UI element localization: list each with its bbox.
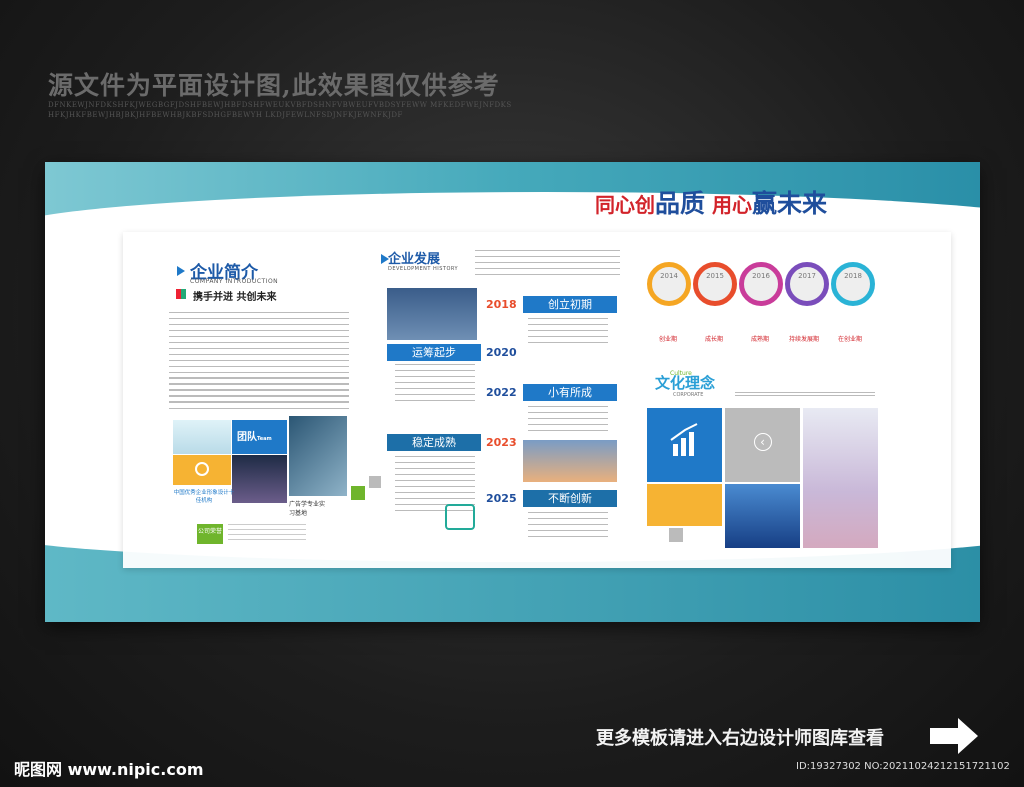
growth-figure-icon xyxy=(445,504,475,530)
culture-en-2: CORPORATE xyxy=(673,392,704,398)
milestone-label-4: 稳定成熟 xyxy=(387,434,481,451)
milestone-label-5: 不断创新 xyxy=(523,490,617,507)
slogan-part-4: 赢未来 xyxy=(751,189,827,218)
timeline-circle-5: 2018 xyxy=(831,262,875,306)
bar-chart-icon xyxy=(670,423,698,456)
timeline-year-2: 2015 xyxy=(706,272,724,280)
milestone-label-1: 创立初期 xyxy=(523,296,617,313)
milestone-label-3: 小有所成 xyxy=(523,384,617,401)
chart-tile xyxy=(647,408,722,482)
timeline-circle-2: 2015 xyxy=(693,262,737,306)
timeline-year-4: 2017 xyxy=(798,272,816,280)
intro-subtitle: COMPANY INTRODUCTION xyxy=(190,278,279,285)
bridge-image xyxy=(523,440,617,482)
yellow-tile xyxy=(647,484,722,526)
timeline-stage-1: 创业期 xyxy=(658,336,677,343)
company-honor-badge: 公司荣誉 xyxy=(197,524,223,544)
milestone-year-5: 2025 xyxy=(486,492,517,505)
intro-triangle-icon xyxy=(177,266,185,276)
culture-title: 文化理念 xyxy=(655,374,716,392)
image-id: ID:19327302 NO:20211024212151721102 xyxy=(796,761,1010,772)
milestone-text-5 xyxy=(528,512,608,542)
slogan-part-3: 用心 xyxy=(705,193,752,217)
timeline-circle-3: 2016 xyxy=(739,262,783,306)
heart-tile xyxy=(173,455,231,485)
milestone-year-1: 2018 xyxy=(486,298,517,311)
timeline-year-1: 2014 xyxy=(660,272,678,280)
honor-list xyxy=(228,524,306,544)
milestone-text-3 xyxy=(528,406,608,432)
milestone-text-2 xyxy=(395,364,475,404)
tower-image xyxy=(803,408,878,548)
timeline-year-5: 2018 xyxy=(844,272,862,280)
dev-subtitle: DEVELOPMENT HISTORY xyxy=(388,266,459,272)
milestone-year-2: 2020 xyxy=(486,346,517,359)
site-logo: 昵图网 www.nipic.com xyxy=(14,760,204,779)
small-grey-square xyxy=(669,528,683,542)
green-square xyxy=(351,486,365,500)
team-tile: 团队Team xyxy=(232,420,287,454)
city-image-tile xyxy=(173,420,231,454)
timeline-stage-5: 在创业期 xyxy=(837,336,862,343)
watermark-title: 源文件为平面设计图,此效果图仅供参考 xyxy=(48,71,500,100)
slogan: 同心创品质 用心赢未来 xyxy=(595,184,827,220)
team-label: 团队 xyxy=(237,432,257,443)
timeline-circle-4: 2017 xyxy=(785,262,829,306)
skyline-image xyxy=(725,484,800,548)
honor-title: 中国优秀企业形象设计十佳机构 xyxy=(173,490,235,504)
dev-description xyxy=(475,250,620,276)
building-image-tile xyxy=(289,416,347,496)
color-squares-icon xyxy=(176,289,186,299)
milestone-text-1 xyxy=(528,318,608,344)
slogan-part-1: 同心创 xyxy=(595,193,655,217)
grey-square xyxy=(369,476,381,488)
culture-lines xyxy=(735,392,875,398)
display-board: 同心创品质 用心赢未来 企业简介 COMPANY INTRODUCTION 携手… xyxy=(45,162,980,622)
watermark-letters: DFNKEWJNFDKSHFKJWEGBGFJDSHFBEWJHBFDSHFWE… xyxy=(48,101,512,119)
timeline-circle-1: 2014 xyxy=(647,262,691,306)
dev-title: 企业发展 xyxy=(388,252,441,267)
heart-icon xyxy=(195,462,209,476)
milestone-year-4: 2023 xyxy=(486,436,517,449)
chevron-left-icon: ‹ xyxy=(753,433,772,451)
grey-tile: ‹ xyxy=(725,408,800,482)
team-en-label: Team xyxy=(257,436,272,442)
timeline-stage-2: 成长期 xyxy=(704,336,723,343)
timeline-stage-4: 持续发展期 xyxy=(788,336,819,343)
circle-timeline: 2014 2015 2016 2017 2018 xyxy=(647,262,877,306)
cta-text: 更多模板请进入右边设计师图库查看 xyxy=(596,728,884,749)
night-city-tile xyxy=(232,455,287,503)
ad-label: 广告学专业实习基地 xyxy=(289,501,326,517)
milestone-year-3: 2022 xyxy=(486,386,517,399)
milestone-label-2: 运筹起步 xyxy=(387,344,481,361)
timeline-year-3: 2016 xyxy=(752,272,770,280)
intro-paragraph-2 xyxy=(169,377,349,407)
slogan-part-2: 品质 xyxy=(655,189,706,218)
timeline-stage-3: 成熟期 xyxy=(750,336,769,343)
intro-tagline: 携手并进 共创未来 xyxy=(193,292,277,303)
lake-image xyxy=(387,288,477,340)
arrow-right-icon[interactable] xyxy=(930,718,978,754)
